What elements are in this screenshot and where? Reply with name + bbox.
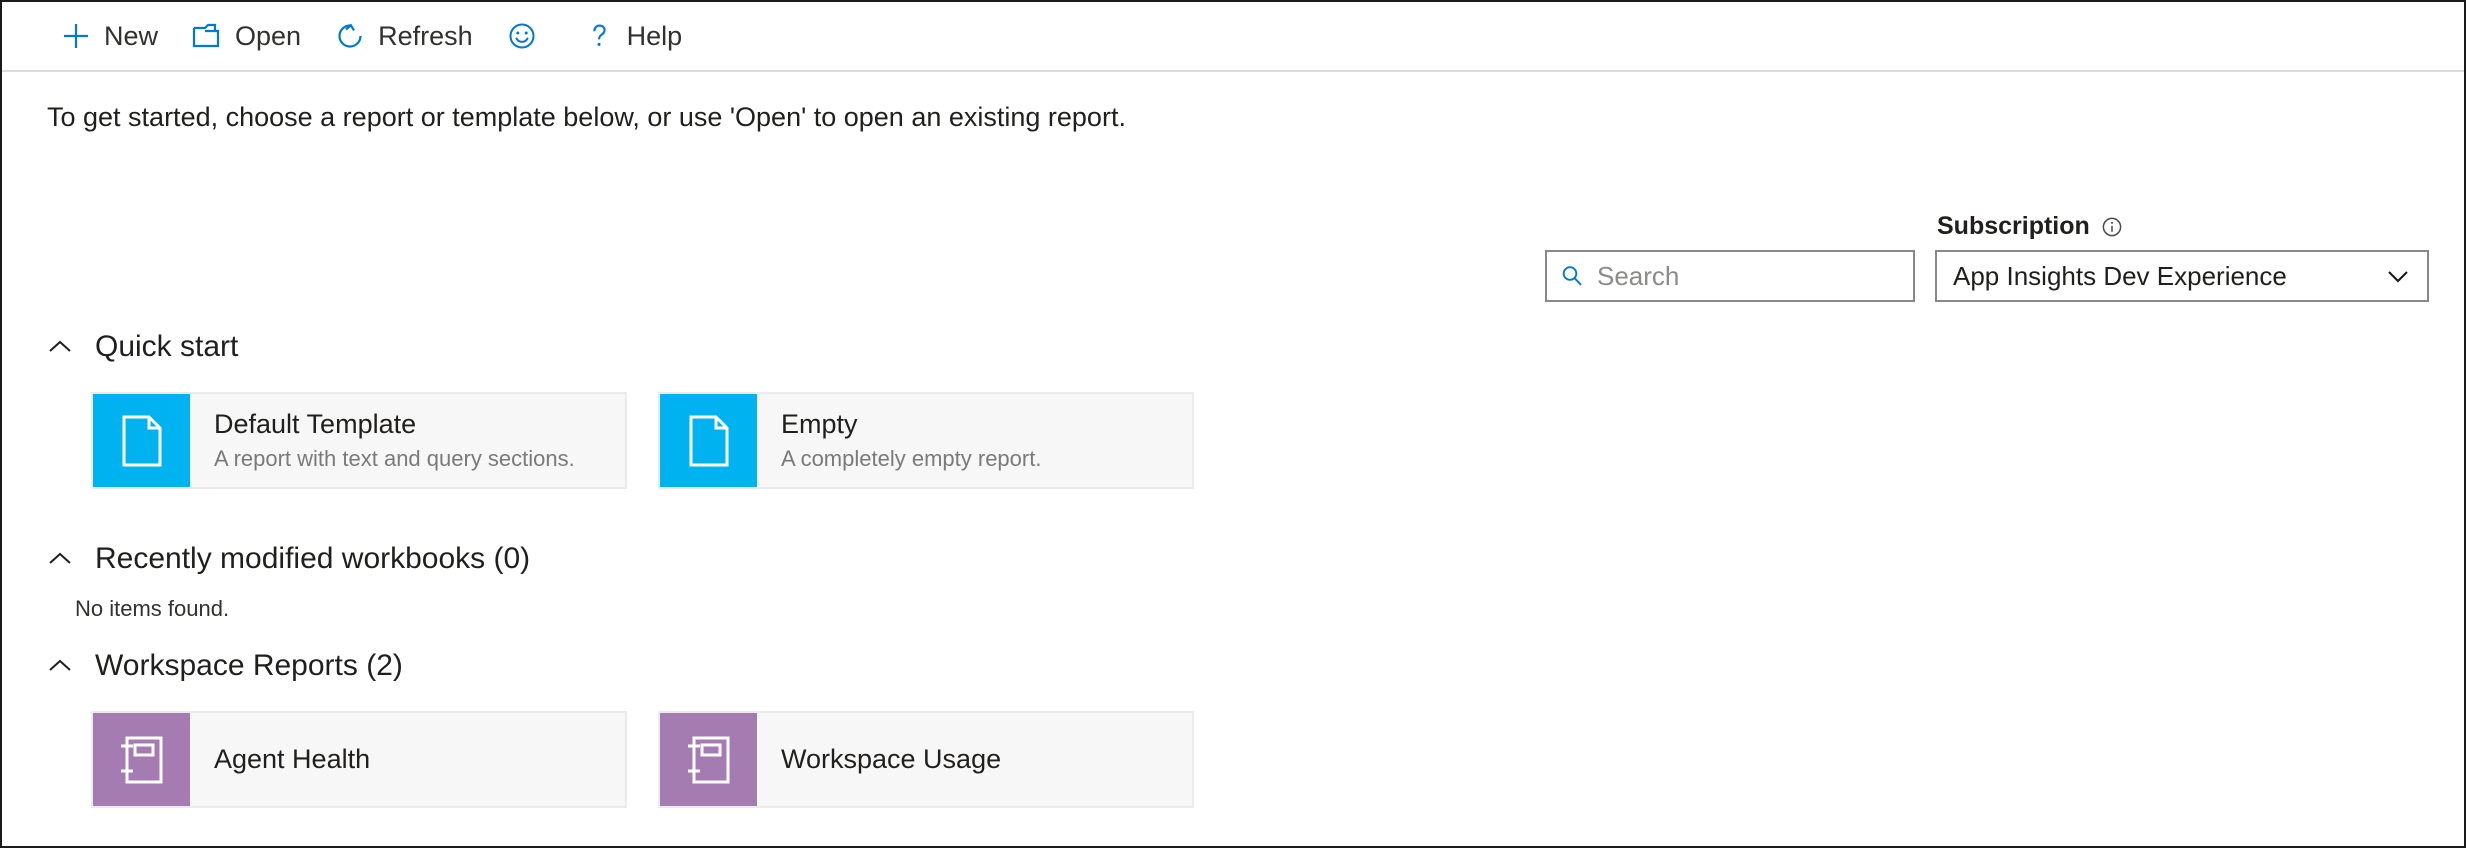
chevron-up-icon (47, 338, 73, 356)
document-icon (686, 414, 732, 468)
section-quick-start: Quick start Default Template A report wi… (47, 330, 1194, 489)
workbook-icon-tile (93, 713, 190, 806)
card-empty-body: Empty A completely empty report. (757, 394, 1192, 487)
section-workspace-reports: Workspace Reports (2) Agent Health (47, 649, 1194, 808)
subscription-selected-value: App Insights Dev Experience (1953, 261, 2287, 292)
search-input[interactable] (1595, 260, 1901, 293)
card-workspace-usage-body: Workspace Usage (757, 713, 1192, 806)
card-title: Empty (781, 409, 1192, 441)
intro-text: To get started, choose a report or templ… (47, 102, 1126, 133)
card-agent-health-body: Agent Health (190, 713, 625, 806)
subscription-label-row: Subscription (1935, 212, 2429, 241)
open-folder-icon (192, 21, 222, 51)
filter-bar: Subscription App Insights Dev Experience (1545, 212, 2429, 302)
chevron-down-icon (2383, 265, 2413, 287)
section-workspace-reports-header[interactable]: Workspace Reports (2) (47, 649, 1194, 683)
refresh-button-label: Refresh (378, 23, 473, 50)
section-quick-start-title: Quick start (95, 330, 238, 364)
help-button[interactable]: Help (567, 10, 700, 62)
search-icon (1559, 263, 1585, 289)
section-recently-modified-title: Recently modified workbooks (0) (95, 542, 530, 576)
subscription-dropdown[interactable]: App Insights Dev Experience (1935, 250, 2429, 302)
card-description: A completely empty report. (781, 446, 1192, 472)
no-items-found-text: No items found. (75, 596, 530, 622)
workbook-icon (116, 733, 168, 787)
plus-icon (61, 21, 91, 51)
card-title: Default Template (214, 409, 625, 441)
open-button[interactable]: Open (175, 10, 318, 62)
workspace-reports-card-row: Agent Health Workspace Usage (91, 711, 1194, 808)
new-button-label: New (104, 23, 158, 50)
document-icon-tile (93, 394, 190, 487)
subscription-label: Subscription (1937, 212, 2090, 241)
section-quick-start-header[interactable]: Quick start (47, 330, 1194, 364)
card-empty[interactable]: Empty A completely empty report. (658, 392, 1194, 489)
section-recently-modified-header[interactable]: Recently modified workbooks (0) (47, 542, 530, 576)
quick-start-card-row: Default Template A report with text and … (91, 392, 1194, 489)
card-title: Agent Health (214, 744, 625, 776)
document-icon (119, 414, 165, 468)
card-workspace-usage[interactable]: Workspace Usage (658, 711, 1194, 808)
new-button[interactable]: New (44, 10, 175, 62)
refresh-icon (335, 21, 365, 51)
document-icon-tile (660, 394, 757, 487)
section-recently-modified: Recently modified workbooks (0) No items… (47, 542, 530, 622)
card-default-template-body: Default Template A report with text and … (190, 394, 625, 487)
help-button-label: Help (627, 23, 683, 50)
search-box[interactable] (1545, 250, 1915, 302)
refresh-button[interactable]: Refresh (318, 10, 490, 62)
chevron-up-icon (47, 550, 73, 568)
info-icon[interactable] (2100, 215, 2124, 239)
workbooks-gallery-page: New Open Refresh (0, 0, 2466, 848)
smiley-feedback-icon (507, 21, 537, 51)
workbook-icon (683, 733, 735, 787)
chevron-up-icon (47, 657, 73, 675)
section-workspace-reports-title: Workspace Reports (2) (95, 649, 403, 683)
question-mark-icon (584, 21, 614, 51)
open-button-label: Open (235, 23, 301, 50)
workbook-icon-tile (660, 713, 757, 806)
command-bar: New Open Refresh (2, 2, 2464, 72)
card-agent-health[interactable]: Agent Health (91, 711, 627, 808)
card-default-template[interactable]: Default Template A report with text and … (91, 392, 627, 489)
feedback-button[interactable] (490, 10, 567, 62)
card-title: Workspace Usage (781, 744, 1192, 776)
subscription-filter: Subscription App Insights Dev Experience (1935, 212, 2429, 302)
card-description: A report with text and query sections. (214, 446, 625, 472)
